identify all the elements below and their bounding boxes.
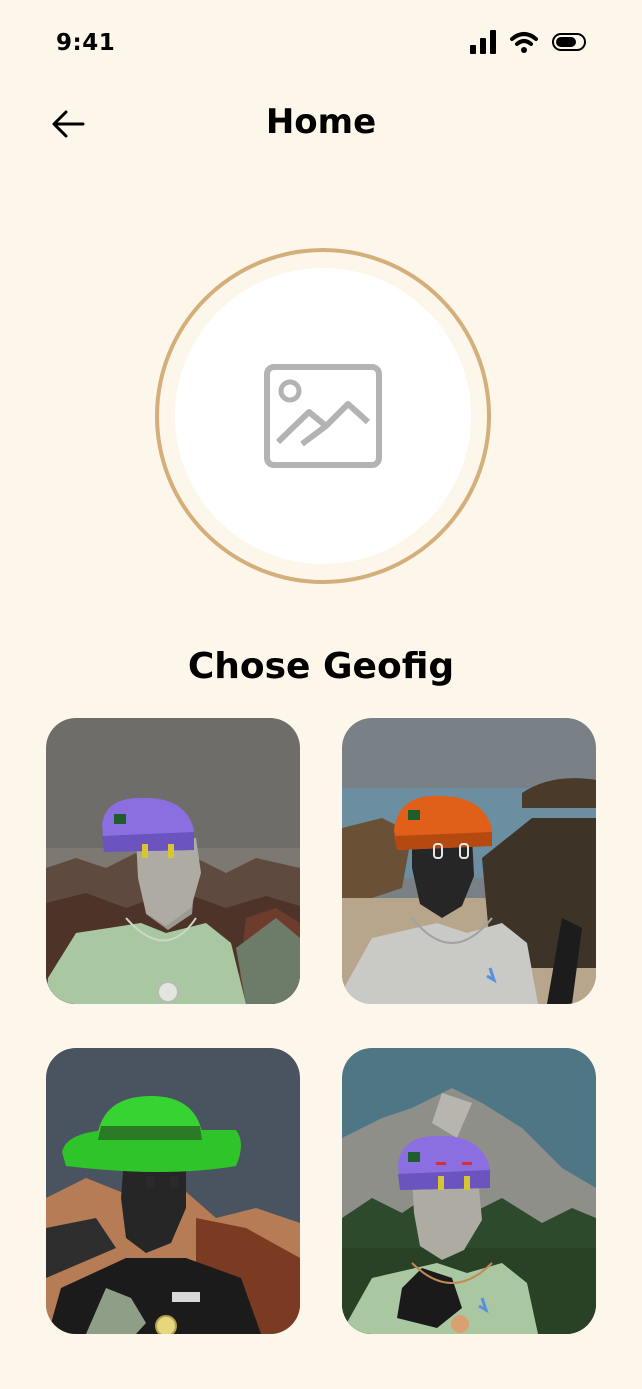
avatar-picker[interactable] <box>155 248 491 584</box>
geofig-image <box>46 1048 300 1334</box>
status-bar: 9:41 <box>0 0 642 88</box>
battery-icon <box>552 33 586 51</box>
section-title: Chose Geofig <box>187 646 455 687</box>
status-icons <box>470 30 588 54</box>
avatar-placeholder <box>169 262 477 570</box>
page-title: Home <box>265 102 377 142</box>
geofig-image <box>46 718 300 1004</box>
status-time: 9:41 <box>56 30 116 56</box>
image-placeholder-icon <box>264 364 382 468</box>
geofig-card[interactable] <box>46 1048 300 1334</box>
geofig-card[interactable] <box>46 718 300 1004</box>
geofig-image <box>342 718 596 1004</box>
wifi-icon <box>510 32 538 53</box>
header: Home <box>0 96 642 152</box>
geofig-image <box>342 1048 596 1334</box>
signal-icon <box>470 30 496 54</box>
geofig-card[interactable] <box>342 718 596 1004</box>
geofig-card[interactable] <box>342 1048 596 1334</box>
